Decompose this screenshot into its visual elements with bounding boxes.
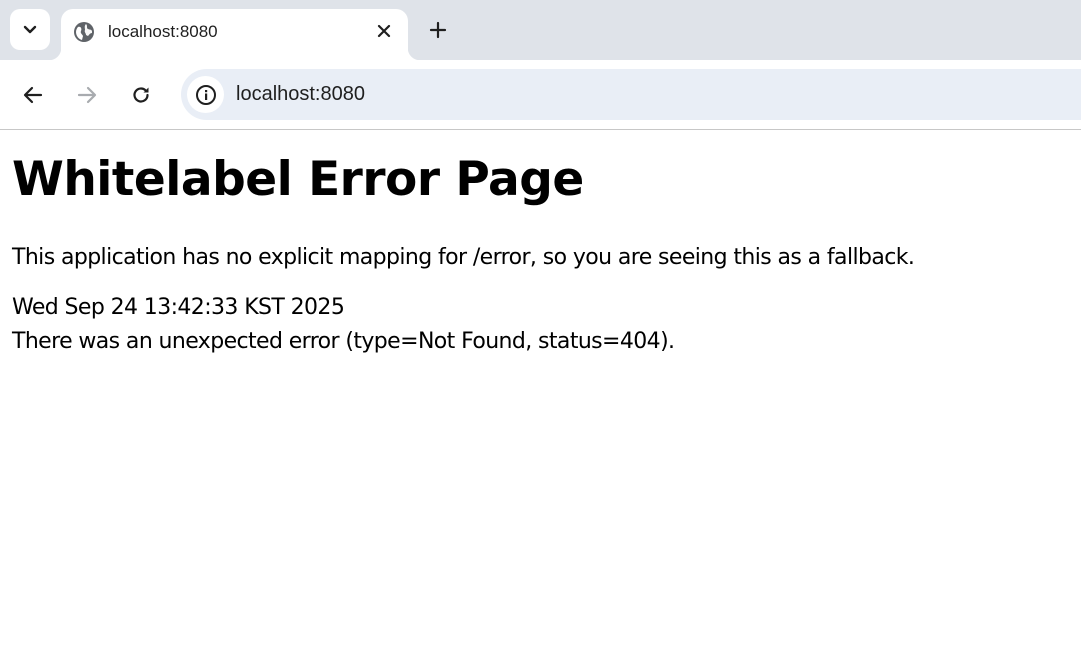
plus-icon (429, 21, 447, 39)
arrow-left-icon (23, 86, 43, 104)
forward-button[interactable] (69, 77, 105, 113)
close-icon[interactable] (376, 23, 392, 39)
tab-search-button[interactable] (10, 9, 50, 50)
error-page: Whitelabel Error Page This application h… (12, 150, 1072, 359)
site-info-button[interactable] (187, 76, 224, 113)
reload-button[interactable] (123, 77, 159, 113)
error-details: There was an unexpected error (type=Not … (12, 329, 675, 354)
error-message: This application has no explicit mapping… (12, 245, 915, 270)
info-icon (195, 84, 217, 106)
error-timestamp: Wed Sep 24 13:42:33 KST 2025 (12, 295, 345, 320)
new-tab-button[interactable] (422, 14, 454, 46)
globe-icon (73, 21, 95, 43)
reload-icon (131, 85, 151, 105)
address-bar[interactable]: localhost:8080 (181, 69, 1081, 120)
arrow-right-icon (77, 86, 97, 104)
tab-active[interactable]: localhost:8080 (49, 9, 420, 60)
address-text[interactable]: localhost:8080 (236, 83, 365, 106)
page-title: Whitelabel Error Page (12, 152, 584, 207)
chevron-down-icon (23, 25, 37, 35)
browser-toolbar: localhost:8080 (0, 60, 1081, 130)
tab-title: localhost:8080 (108, 22, 218, 41)
tab-strip: localhost:8080 (0, 0, 1081, 60)
back-button[interactable] (15, 77, 51, 113)
